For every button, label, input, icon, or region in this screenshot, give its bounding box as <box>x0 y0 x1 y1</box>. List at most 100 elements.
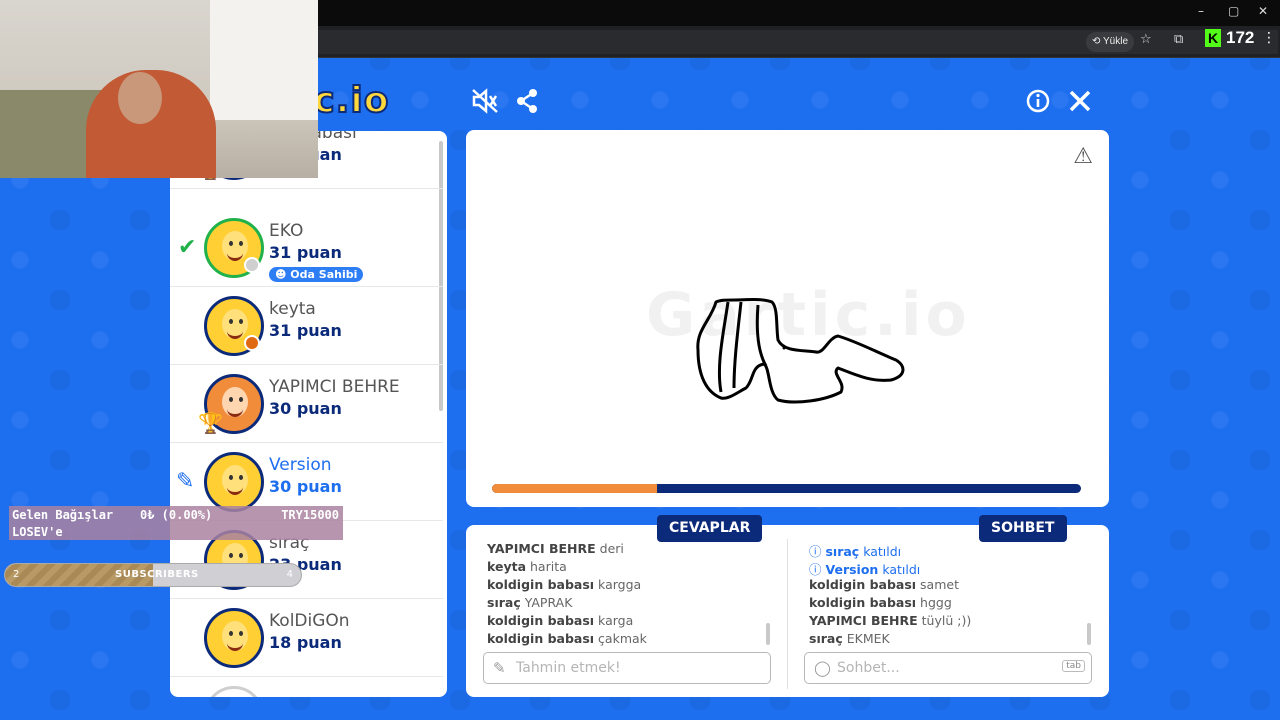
drawing-strokes <box>696 298 905 404</box>
answer-message: koldigin babası kargga <box>487 577 641 592</box>
chat-system-message: ⓘ sıraç katıldı <box>809 544 902 559</box>
report-warning-icon[interactable]: ⚠ <box>1073 144 1093 169</box>
answers-scrollbar[interactable] <box>766 623 770 645</box>
message-text: EKMEK <box>846 631 890 646</box>
message-text: karga <box>598 613 634 628</box>
webcam-window-light <box>210 0 318 120</box>
player-name: KolDiGOn <box>269 611 350 631</box>
answer-message: koldigin babası karga <box>487 613 633 628</box>
webcam-overlay <box>0 0 318 178</box>
player-row[interactable]: keyta 31 puan <box>170 287 443 365</box>
message-user: Version <box>825 562 879 577</box>
message-user: koldigin babası <box>809 577 917 592</box>
player-avatar <box>204 452 264 512</box>
status-dot <box>244 335 260 351</box>
webcam-person-head <box>118 72 162 124</box>
answer-message: sıraç YAPRAK <box>487 595 572 610</box>
message-user: koldigin babası <box>487 613 595 628</box>
upload-label: Yükle <box>1102 36 1128 47</box>
chat-tab[interactable]: SOHBET <box>979 515 1067 542</box>
message-text: çakmak <box>598 631 647 646</box>
mute-sound-icon[interactable] <box>471 88 499 119</box>
chat-bubble-icon: ◯ <box>814 659 831 677</box>
player-row[interactable]: 🏆 YAPIMCI BEHRE 30 puan <box>170 365 443 443</box>
player-name: YAPIMCI BEHRE <box>269 377 400 397</box>
panel-divider <box>787 539 788 689</box>
player-score: 31 puan <box>269 243 342 262</box>
message-user: YAPIMCI BEHRE <box>809 613 918 628</box>
bookmark-star-icon[interactable]: ☆ <box>1140 32 1152 47</box>
chat-message: koldigin babası samet <box>809 577 959 592</box>
share-icon[interactable] <box>515 88 539 119</box>
round-timer-fill <box>492 484 657 493</box>
subscriber-current: 2 <box>13 569 20 580</box>
round-timer-bar <box>492 484 1081 493</box>
player-score: 31 puan <box>269 321 342 340</box>
message-text: tüylü ;)) <box>921 613 972 628</box>
player-name: EKO <box>269 221 304 241</box>
answer-message: keyta harita <box>487 559 567 574</box>
donation-title: Gelen Bağışlar <box>12 508 114 522</box>
player-avatar <box>204 608 264 668</box>
donation-goal: TRY15000 <box>281 508 339 522</box>
player-score: 30 puan <box>269 399 342 418</box>
maximize-icon[interactable]: ▢ <box>1228 4 1239 18</box>
guess-input-box[interactable]: ✎ <box>483 652 771 684</box>
message-user: sıraç <box>809 631 843 646</box>
correct-check-icon: ✔ <box>178 235 197 260</box>
message-text: harita <box>530 559 567 574</box>
answer-message: YAPIMCI BEHRE deri <box>487 541 624 556</box>
player-row[interactable]: KolDiGOn 18 puan <box>170 599 443 677</box>
chat-system-message: ⓘ Version katıldı <box>809 562 921 577</box>
empty-player-avatar <box>204 686 264 697</box>
kick-logo: K <box>1205 29 1221 47</box>
player-list: 🏆 gin babası 35 puan ✔ EKO 31 puan ☻ Oda… <box>170 131 447 697</box>
player-row[interactable] <box>170 677 443 697</box>
extensions-icon[interactable]: ⧉ <box>1174 32 1183 47</box>
message-user: sıraç <box>825 544 860 559</box>
status-dot <box>244 257 260 273</box>
message-text: hggg <box>920 595 952 610</box>
player-row[interactable]: ✔ EKO 31 puan ☻ Oda Sahibi <box>170 209 443 287</box>
close-window-icon[interactable]: ✕ <box>1258 4 1268 18</box>
donation-goal-overlay: Gelen Bağışlar 0₺ (0.00%) TRY15000 LOSEV… <box>9 506 343 540</box>
guess-input[interactable] <box>516 658 736 678</box>
tab-key-hint: tab <box>1062 660 1085 672</box>
address-bar[interactable] <box>318 30 1278 54</box>
message-text: YAPRAK <box>524 595 573 610</box>
subscriber-goal: 4 <box>286 569 293 580</box>
donation-target: LOSEV'e <box>12 525 63 539</box>
message-text: kargga <box>598 577 642 592</box>
chat-message: YAPIMCI BEHRE tüylü ;)) <box>809 613 971 628</box>
trophy-icon: 🏆 <box>198 411 223 435</box>
player-name: keyta <box>269 299 316 319</box>
more-options-icon[interactable]: ⋮ <box>1262 30 1276 46</box>
info-icon[interactable] <box>1025 88 1051 119</box>
drawing-pencil-icon: ✎ <box>176 469 195 494</box>
upload-button[interactable]: ⟲ Yükle <box>1086 32 1134 52</box>
message-text: katıldı <box>882 562 921 577</box>
viewer-count: 172 <box>1226 28 1255 47</box>
message-user: keyta <box>487 559 527 574</box>
answer-message: koldigin babası çakmak <box>487 631 647 646</box>
message-text: deri <box>599 541 624 556</box>
answers-tab[interactable]: CEVAPLAR <box>657 515 763 542</box>
pencil-icon: ✎ <box>493 659 506 677</box>
chat-scrollbar[interactable] <box>1087 623 1091 645</box>
donation-progress: 0₺ (0.00%) <box>140 508 213 522</box>
chat-message: sıraç EKMEK <box>809 631 890 646</box>
chat-input-box[interactable]: ◯ tab <box>804 652 1092 684</box>
player-score: 18 puan <box>269 633 342 652</box>
drawing-canvas[interactable]: Gartic.io ⚠ <box>466 130 1109 507</box>
room-owner-badge: ☻ Oda Sahibi <box>269 267 364 282</box>
minimize-icon[interactable]: – <box>1198 4 1204 18</box>
close-icon[interactable] <box>1068 88 1092 119</box>
message-user: sıraç <box>487 595 521 610</box>
message-user: koldigin babası <box>809 595 917 610</box>
subscriber-label: SUBSCRIBERS <box>115 569 199 580</box>
message-user: koldigin babası <box>487 577 595 592</box>
subscriber-goal-bar: 2 SUBSCRIBERS 4 <box>4 563 302 587</box>
chat-message: koldigin babası hggg <box>809 595 952 610</box>
message-text: katıldı <box>863 544 902 559</box>
chat-input[interactable] <box>837 658 1057 678</box>
